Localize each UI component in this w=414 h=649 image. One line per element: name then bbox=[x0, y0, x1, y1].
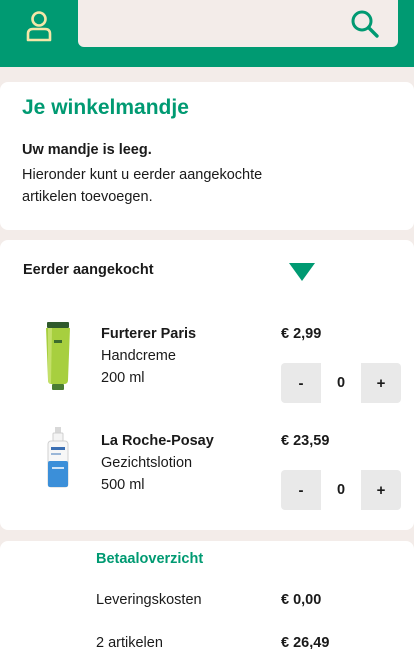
account-button[interactable] bbox=[14, 4, 64, 48]
previously-purchased-card: Eerder aangekocht Furterer Paris Handcre… bbox=[0, 240, 414, 530]
top-bar bbox=[0, 0, 414, 67]
product-name: Handcreme bbox=[101, 348, 176, 364]
items-total-value: € 26,49 bbox=[281, 635, 330, 649]
product-size: 200 ml bbox=[101, 370, 145, 386]
empty-cart-description: Hieronder kunt u eerder aangekochte arti… bbox=[22, 167, 263, 205]
quantity-stepper: - + bbox=[281, 363, 401, 403]
collapse-toggle[interactable] bbox=[284, 258, 320, 284]
user-icon bbox=[26, 11, 52, 42]
delivery-costs-label: Leveringskosten bbox=[96, 592, 202, 608]
quantity-input[interactable] bbox=[321, 363, 361, 403]
increase-button[interactable]: + bbox=[361, 470, 401, 510]
search-icon bbox=[351, 10, 379, 38]
quantity-input[interactable] bbox=[321, 470, 361, 510]
product-size: 500 ml bbox=[101, 477, 145, 493]
search-input[interactable] bbox=[78, 0, 338, 47]
decrease-button[interactable]: - bbox=[281, 470, 321, 510]
cart-card: Je winkelmandje Uw mandje is leeg. Hiero… bbox=[0, 82, 414, 230]
payment-overview-card: Betaaloverzicht Leveringskosten € 0,00 2… bbox=[0, 541, 414, 649]
quantity-stepper: - + bbox=[281, 470, 401, 510]
search-button[interactable] bbox=[348, 7, 382, 41]
page-title: Je winkelmandje bbox=[22, 96, 189, 119]
product-price: € 2,99 bbox=[281, 326, 322, 342]
items-count-label: 2 artikelen bbox=[96, 635, 163, 649]
product-item: La Roche-Posay Gezichtslotion 500 ml € 2… bbox=[0, 427, 414, 517]
bottle-product-image bbox=[47, 427, 69, 488]
product-brand: La Roche-Posay bbox=[101, 433, 214, 449]
product-item: Furterer Paris Handcreme 200 ml € 2,99 -… bbox=[0, 320, 414, 410]
decrease-button[interactable]: - bbox=[281, 363, 321, 403]
product-name: Gezichtslotion bbox=[101, 455, 193, 471]
tube-product-image bbox=[46, 322, 70, 390]
empty-cart-message: Uw mandje is leeg. bbox=[22, 142, 152, 158]
payment-overview-title: Betaaloverzicht bbox=[96, 551, 204, 567]
search-bar bbox=[78, 0, 398, 47]
delivery-costs-value: € 0,00 bbox=[281, 592, 322, 608]
triangle-down-icon bbox=[289, 263, 315, 281]
previously-purchased-title: Eerder aangekocht bbox=[23, 262, 154, 278]
product-price: € 23,59 bbox=[281, 433, 330, 449]
product-brand: Furterer Paris bbox=[101, 326, 197, 342]
increase-button[interactable]: + bbox=[361, 363, 401, 403]
